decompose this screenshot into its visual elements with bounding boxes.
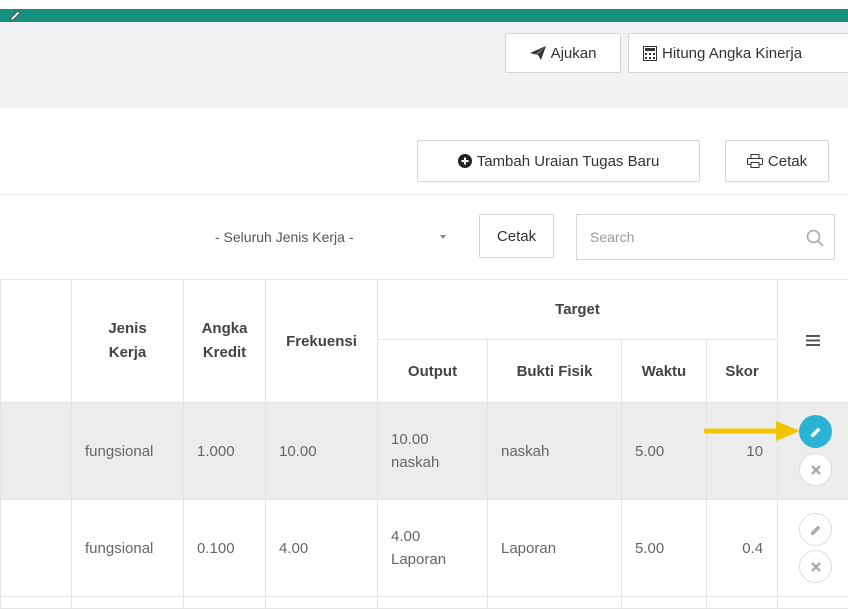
- header-angka-kredit[interactable]: Angka Kredit: [184, 280, 266, 403]
- header-skor[interactable]: Skor: [707, 340, 778, 403]
- uraian-tugas-table: Jenis Kerja Angka Kredit Frekuensi Targe…: [0, 279, 848, 609]
- jenis-kerja-cell: fungsional: [72, 500, 184, 597]
- angka-kredit-cell: 1.000: [184, 403, 266, 500]
- table-row: [1, 597, 848, 609]
- row-blank-cell: [488, 597, 622, 609]
- annotation-arrow-icon: [704, 420, 804, 442]
- header-frekuensi-label: Frekuensi: [286, 333, 357, 350]
- edit-button[interactable]: [799, 513, 832, 546]
- header-jenis-kerja-label: Jenis Kerja: [98, 317, 158, 365]
- pencil-icon: [10, 10, 22, 21]
- row-blank-cell: [1, 597, 72, 609]
- hitung-label: Hitung Angka Kinerja: [662, 45, 802, 62]
- top-bar: [0, 0, 848, 22]
- paper-plane-icon: [530, 46, 546, 60]
- bukti-fisik-cell: Laporan: [488, 500, 622, 597]
- hamburger-icon: [806, 335, 820, 346]
- jenis-kerja-cell: fungsional: [72, 403, 184, 500]
- frekuensi-cell: 4.00: [266, 500, 378, 597]
- filter-cetak-button[interactable]: Cetak: [479, 214, 554, 258]
- waktu-cell: 5.00: [622, 403, 707, 500]
- header-skor-label: Skor: [725, 363, 758, 380]
- bukti-fisik-cell: naskah: [488, 403, 622, 500]
- output-number: 4.00: [391, 528, 420, 545]
- header-blank: [1, 280, 72, 403]
- row-blank-cell: [622, 597, 707, 609]
- calculator-icon: [643, 46, 657, 61]
- header-waktu-label: Waktu: [642, 363, 686, 380]
- header-output[interactable]: Output: [378, 340, 488, 403]
- plus-circle-icon: [458, 154, 472, 168]
- skor-cell: 10: [707, 403, 778, 500]
- header-frekuensi[interactable]: Frekuensi: [266, 280, 378, 403]
- jenis-kerja-select[interactable]: - Seluruh Jenis Kerja -: [200, 214, 462, 260]
- tambah-uraian-tugas-button[interactable]: Tambah Uraian Tugas Baru: [417, 140, 700, 182]
- tambah-label: Tambah Uraian Tugas Baru: [477, 153, 660, 170]
- skor-cell: 0.4: [707, 500, 778, 597]
- teal-header-strip: [0, 9, 848, 22]
- search-placeholder: Search: [590, 229, 634, 245]
- output-cell: 10.00 naskah: [378, 403, 488, 500]
- frekuensi-cell: 10.00: [266, 403, 378, 500]
- row-blank-cell: [1, 403, 72, 500]
- cetak-button[interactable]: Cetak: [725, 140, 829, 182]
- pencil-icon: [810, 426, 822, 438]
- ajukan-label: Ajukan: [551, 45, 597, 62]
- row-blank-cell: [72, 597, 184, 609]
- output-number: 10.00: [391, 431, 429, 448]
- row-blank-cell: [778, 597, 848, 609]
- jenis-kerja-selected: - Seluruh Jenis Kerja -: [215, 229, 354, 245]
- header-target-label: Target: [555, 301, 600, 318]
- row-blank-cell: [184, 597, 266, 609]
- ajukan-button[interactable]: Ajukan: [505, 33, 621, 73]
- close-icon: [811, 465, 821, 475]
- search-icon: [806, 229, 824, 247]
- header-output-label: Output: [408, 363, 457, 380]
- delete-button[interactable]: [799, 453, 832, 486]
- header-bukti-fisik[interactable]: Bukti Fisik: [488, 340, 622, 403]
- filter-cetak-label: Cetak: [497, 228, 536, 245]
- printer-icon: [747, 154, 763, 168]
- table-row: fungsional 1.000 10.00 10.00 naskah naska…: [1, 403, 848, 500]
- cetak-label: Cetak: [768, 153, 807, 170]
- angka-kredit-cell: 0.100: [184, 500, 266, 597]
- row-blank-cell: [1, 500, 72, 597]
- row-blank-cell: [266, 597, 378, 609]
- header-jenis-kerja[interactable]: Jenis Kerja: [72, 280, 184, 403]
- header-waktu[interactable]: Waktu: [622, 340, 707, 403]
- header-angka-kredit-label: Angka Kredit: [195, 317, 255, 365]
- row-blank-cell: [707, 597, 778, 609]
- row-blank-cell: [378, 597, 488, 609]
- header-bukti-fisik-label: Bukti Fisik: [517, 363, 593, 380]
- waktu-cell: 5.00: [622, 500, 707, 597]
- search-input[interactable]: Search: [576, 214, 835, 260]
- pencil-icon: [810, 524, 822, 536]
- column-menu[interactable]: [778, 280, 848, 403]
- table-row: fungsional 0.100 4.00 4.00 Laporan Lapora…: [1, 500, 848, 597]
- output-unit: naskah: [391, 454, 439, 471]
- output-cell: 4.00 Laporan: [378, 500, 488, 597]
- output-unit: Laporan: [391, 551, 446, 568]
- header-target: Target: [378, 280, 778, 340]
- chevron-down-icon: [440, 235, 446, 239]
- hitung-angka-kinerja-button[interactable]: Hitung Angka Kinerja: [628, 33, 848, 73]
- delete-button[interactable]: [799, 550, 832, 583]
- close-icon: [811, 562, 821, 572]
